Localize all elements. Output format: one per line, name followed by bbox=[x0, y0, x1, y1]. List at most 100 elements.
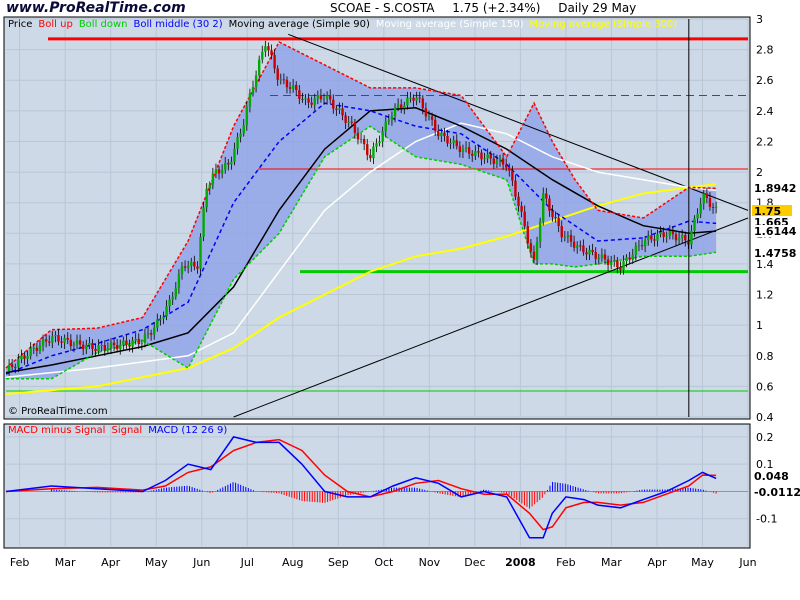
price-candle-body bbox=[511, 170, 514, 181]
price-candle-body bbox=[659, 232, 662, 235]
price-candle-body bbox=[548, 198, 551, 211]
price-candle-body bbox=[393, 107, 397, 117]
price-candle-body bbox=[532, 251, 536, 260]
price-candle-body bbox=[366, 144, 369, 156]
chart-period: Daily 29 May bbox=[558, 1, 637, 15]
price-candle-body bbox=[186, 265, 190, 268]
price-y-tick: 1.2 bbox=[756, 289, 774, 302]
price-candle-body bbox=[650, 235, 653, 240]
price-y-tick: 2.2 bbox=[756, 135, 774, 148]
price-candle-body bbox=[400, 104, 403, 109]
price-candle-body bbox=[41, 339, 45, 346]
price-candle-body bbox=[535, 242, 539, 260]
x-tick-label: Jun bbox=[192, 556, 210, 569]
price-candle-body bbox=[131, 340, 134, 347]
price-candle-body bbox=[619, 267, 622, 271]
price-candle-body bbox=[603, 254, 607, 260]
price-candle-body bbox=[501, 158, 505, 165]
value-labels: 1.89421.751.6651.61441.47580.048-0.0112 bbox=[752, 182, 800, 499]
price-candle-body bbox=[637, 245, 641, 247]
price-candle-body bbox=[103, 345, 107, 351]
price-candle-body bbox=[75, 340, 79, 345]
price-candle-body bbox=[680, 234, 684, 239]
price-candle-body bbox=[427, 116, 431, 118]
price-candle-body bbox=[582, 245, 585, 253]
price-candle-body bbox=[665, 235, 668, 237]
price-candle-body bbox=[35, 347, 39, 351]
price-candle-body bbox=[430, 116, 434, 120]
price-candle-body bbox=[307, 98, 310, 103]
chart-title: SCOAE - S.COSTA 1.75 (+2.34%) Daily 29 M… bbox=[330, 1, 650, 15]
price-candle-body bbox=[362, 138, 366, 145]
price-value-label: 1.8942 bbox=[754, 182, 796, 195]
price-candle-body bbox=[14, 367, 17, 369]
x-tick-label: Aug bbox=[282, 556, 303, 569]
price-candle-body bbox=[17, 359, 20, 368]
price-candle-body bbox=[85, 345, 88, 350]
price-candle-body bbox=[492, 158, 496, 164]
x-tick-label: Jun bbox=[738, 556, 756, 569]
price-candle-body bbox=[57, 335, 60, 342]
chart-canvas: 0.40.60.811.21.41.61.822.22.42.62.83-0.1… bbox=[3, 13, 800, 569]
price-candle-body bbox=[310, 102, 313, 105]
site-logo[interactable]: www.ProRealTime.com bbox=[6, 0, 186, 16]
price-candle-body bbox=[579, 245, 582, 247]
price-candle-body bbox=[66, 337, 69, 340]
price-candle-body bbox=[409, 97, 412, 99]
price-candle-body bbox=[205, 188, 208, 208]
price-candle-body bbox=[656, 234, 659, 241]
price-candle-body bbox=[279, 79, 282, 81]
price-candle-body bbox=[585, 252, 588, 255]
price-legend-item: Boll middle (30 2) bbox=[133, 19, 223, 30]
price-candle-body bbox=[165, 306, 168, 317]
price-candle-body bbox=[671, 231, 675, 235]
price-candle-body bbox=[455, 140, 458, 147]
macd-legend-item: Signal bbox=[111, 425, 143, 436]
price-candle-body bbox=[622, 261, 625, 271]
price-candle-body bbox=[69, 339, 73, 347]
price-candle-body bbox=[183, 266, 187, 268]
price-candle-body bbox=[26, 355, 29, 359]
x-tick-label: Apr bbox=[101, 556, 121, 569]
price-candle-body bbox=[486, 154, 489, 159]
price-candle-body bbox=[418, 97, 421, 99]
macd-value-label: -0.0112 bbox=[754, 486, 800, 499]
price-candle-body bbox=[224, 162, 227, 170]
price-candle-body bbox=[344, 115, 347, 123]
price-candle-body bbox=[128, 344, 131, 347]
price-candle-body bbox=[251, 86, 255, 94]
price-candle-body bbox=[504, 164, 508, 168]
price-legend-item: Moving average (Simple 90) bbox=[228, 19, 370, 30]
price-candle-body bbox=[452, 140, 455, 143]
price-candle-body bbox=[291, 85, 295, 89]
macd-legend-item: MACD (12 26 9) bbox=[148, 425, 228, 436]
price-candle-body bbox=[372, 146, 375, 159]
price-candle-body bbox=[51, 336, 54, 343]
price-candle-body bbox=[233, 148, 236, 162]
price-candle-body bbox=[177, 273, 181, 289]
price-candle-body bbox=[168, 299, 171, 307]
price-candle-body bbox=[214, 169, 218, 174]
price-candle-body bbox=[449, 142, 452, 144]
price-candle-body bbox=[600, 254, 604, 258]
price-candle-body bbox=[313, 98, 316, 105]
price-candle-body bbox=[483, 158, 486, 160]
price-legend-item: Price bbox=[8, 19, 33, 30]
price-candle-body bbox=[298, 90, 301, 99]
price-candle-body bbox=[489, 154, 492, 159]
price-candle-body bbox=[273, 55, 276, 69]
price-candle-body bbox=[668, 231, 672, 236]
x-tick-label: Mar bbox=[55, 556, 76, 569]
x-tick-label: Feb bbox=[10, 556, 29, 569]
price-candle-body bbox=[236, 136, 239, 149]
x-tick-label: Apr bbox=[647, 556, 667, 569]
price-candle-body bbox=[159, 318, 162, 320]
price-candle-body bbox=[137, 338, 140, 345]
macd-legend-item: MACD minus Signal bbox=[8, 425, 106, 436]
price-change: 1.75 (+2.34%) bbox=[452, 1, 541, 15]
price-candle-body bbox=[563, 236, 567, 238]
price-y-tick: 0.6 bbox=[756, 380, 774, 393]
macd-y-tick: -0.1 bbox=[756, 513, 777, 526]
price-candle-body bbox=[699, 203, 702, 214]
price-candle-body bbox=[347, 121, 350, 123]
